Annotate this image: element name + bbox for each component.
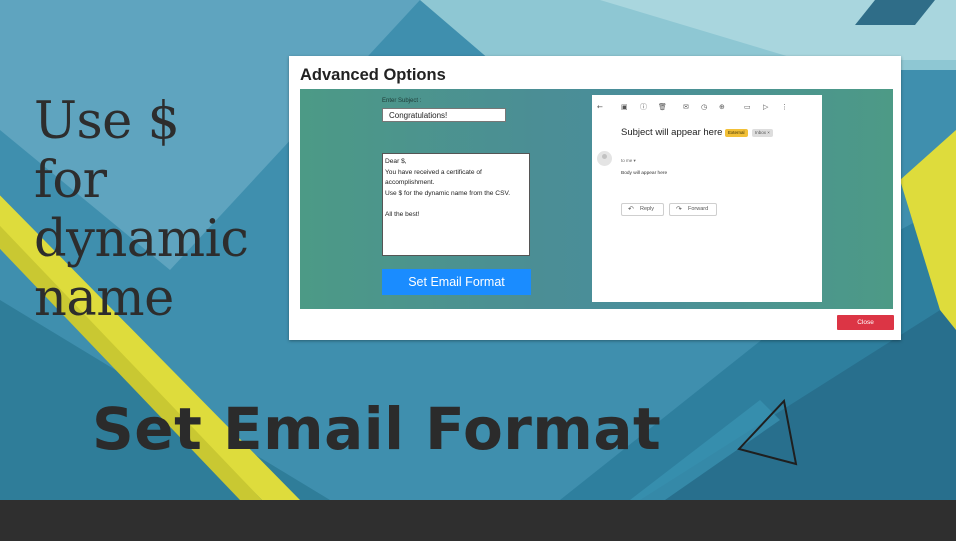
- external-badge: External: [725, 129, 748, 137]
- advanced-options-dialog: Advanced Options Enter Subject : Congrat…: [289, 56, 901, 340]
- set-email-format-button[interactable]: Set Email Format: [382, 269, 531, 295]
- back-icon[interactable]: ←: [597, 102, 603, 112]
- dialog-content-panel: Enter Subject : Congratulations! Dear $,…: [300, 89, 893, 309]
- side-caption-line: dynamic: [34, 210, 249, 269]
- report-icon[interactable]: ⓘ: [640, 102, 647, 112]
- preview-body: Body will appear here: [621, 171, 668, 176]
- reply-icon: ↶: [628, 206, 634, 213]
- snooze-icon[interactable]: ◷: [701, 102, 707, 112]
- body-line: All the best!: [385, 210, 420, 218]
- subject-label: Enter Subject :: [382, 98, 422, 104]
- delete-icon[interactable]: 🗑: [658, 102, 667, 112]
- side-caption-line: name: [34, 269, 174, 328]
- preview-subject: Subject will appear here: [621, 127, 723, 138]
- inbox-badge: Inbox ×: [752, 129, 773, 137]
- dialog-title: Advanced Options: [300, 66, 446, 84]
- forward-icon: ↷: [676, 206, 682, 213]
- body-line: [385, 199, 527, 210]
- subject-input[interactable]: Congratulations!: [382, 108, 506, 122]
- close-button[interactable]: Close: [837, 315, 894, 330]
- label-icon[interactable]: ▷: [763, 102, 768, 112]
- move-icon[interactable]: ▭: [744, 102, 751, 112]
- add-task-icon[interactable]: ⊕: [719, 102, 725, 112]
- email-preview: ← ▣ ⓘ 🗑 ✉ ◷ ⊕ ▭ ▷ ⋮ Subject will appear …: [592, 95, 822, 302]
- mail-icon[interactable]: ✉: [683, 102, 689, 112]
- recipient-dropdown[interactable]: to me ▾: [621, 158, 636, 164]
- body-line: Use $ for the dynamic name from the CSV.: [385, 189, 511, 197]
- email-body-textarea[interactable]: Dear $, You have received a certificate …: [382, 153, 530, 256]
- more-icon[interactable]: ⋮: [781, 102, 788, 112]
- body-line: Dear $,: [385, 158, 407, 165]
- side-caption-line: Use $: [34, 92, 180, 151]
- forward-button[interactable]: ↷ Forward: [669, 203, 717, 216]
- slide-background: Use $ for dynamic name Set Email Format …: [0, 0, 956, 500]
- avatar: [597, 151, 612, 166]
- reply-label: Reply: [640, 206, 655, 212]
- reply-button[interactable]: ↶ Reply: [621, 203, 664, 216]
- slide-title: Set Email Format: [92, 395, 662, 463]
- side-caption-line: for: [34, 151, 107, 210]
- body-line: accomplishment.: [385, 179, 435, 186]
- forward-label: Forward: [688, 206, 709, 212]
- side-caption: Use $ for dynamic name: [34, 92, 284, 328]
- archive-icon[interactable]: ▣: [621, 102, 628, 112]
- body-line: You have received a certificate of: [385, 168, 482, 176]
- footer-bar: [0, 500, 956, 541]
